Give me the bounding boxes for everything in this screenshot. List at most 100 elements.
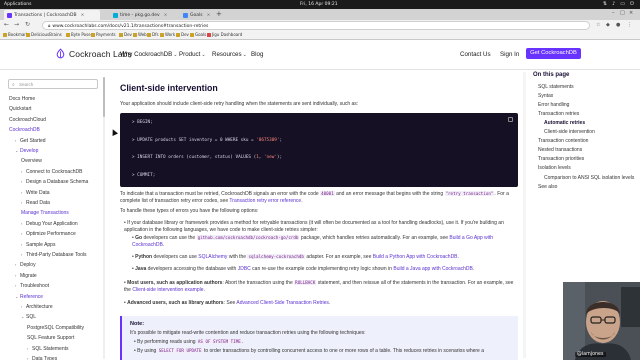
bookmark-1[interactable]: DeliciousBrains bbox=[26, 32, 62, 37]
toc-item-see-also[interactable]: See also bbox=[538, 184, 557, 190]
link-text: Build a Go App with bbox=[449, 235, 494, 241]
toc-item-isolation-levels[interactable]: Isolation levels bbox=[538, 165, 571, 171]
bookmark-10[interactable]: Jigu Dashboard bbox=[207, 32, 242, 37]
sidebar-item-docs-home[interactable]: Docs Home bbox=[9, 96, 35, 102]
sign-in-link[interactable]: Sign In bbox=[500, 51, 519, 58]
toc-item-error-handling[interactable]: Error handling bbox=[538, 102, 569, 108]
sidebar-item-cockroachcloud[interactable]: CockroachCloud bbox=[9, 117, 46, 123]
toc-item-transaction-contention[interactable]: Transaction contention bbox=[538, 138, 588, 144]
back-arrow-icon[interactable]: ← bbox=[4, 21, 9, 28]
build-python-app-link[interactable]: Build a Python App with CockroachDB bbox=[373, 254, 458, 260]
sidebar-item-read-data[interactable]: › Read Data bbox=[21, 200, 50, 206]
option-bullet-2: • Most users, such as application author… bbox=[124, 280, 514, 293]
reload-icon[interactable]: ↻ bbox=[25, 21, 30, 28]
bookmark-7[interactable]: Work bbox=[160, 32, 175, 37]
scrollbar-thumb[interactable] bbox=[103, 77, 105, 117]
maximize-icon[interactable]: □ bbox=[620, 10, 625, 16]
sidebar-item-quickstart[interactable]: Quickstart bbox=[9, 106, 32, 112]
sidebar-search-input[interactable]: ⌕ Search bbox=[8, 79, 98, 89]
sidebar-item-write-data[interactable]: › Write Data bbox=[21, 190, 50, 196]
client-side-example-link[interactable]: Client-side intervention example bbox=[132, 287, 203, 293]
jdbc-link[interactable]: JDBC bbox=[238, 266, 251, 272]
sidebar-item-debug-your-application[interactable]: › Debug Your Application bbox=[21, 221, 78, 227]
bookmark-9[interactable]: Goals bbox=[190, 32, 206, 37]
menu-kebab-icon[interactable]: ⋮ bbox=[627, 22, 632, 28]
sqlalchemy-link[interactable]: SQLAlchemy bbox=[198, 254, 227, 260]
close-icon[interactable]: × bbox=[207, 13, 211, 18]
get-cockroachdb-button[interactable]: Get CockroachDB bbox=[526, 48, 581, 59]
sidebar-item-sql-feature-support[interactable]: SQL Feature Support bbox=[27, 335, 74, 341]
build-java-app-link[interactable]: Build a Java app with CockroachDB bbox=[393, 266, 473, 272]
minimize-icon[interactable]: – bbox=[612, 10, 615, 16]
toc-item-sql-statements[interactable]: SQL statements bbox=[538, 84, 574, 90]
toc-item-nested-transactions[interactable]: Nested transactions bbox=[538, 147, 582, 153]
sidebar-item-troubleshoot[interactable]: › Troubleshoot bbox=[15, 283, 49, 289]
bookmark-3[interactable]: Payments bbox=[91, 32, 116, 37]
toc-item-automatic-retries[interactable]: Automatic retries bbox=[544, 120, 585, 126]
sidebar-item-label: Sample Apps bbox=[26, 241, 56, 248]
sidebar-item-design-a-database-schema[interactable]: › Design a Database Schema bbox=[21, 179, 88, 185]
code-number: 1 bbox=[256, 155, 259, 160]
sidebar-item-overview[interactable]: Overview bbox=[21, 158, 42, 164]
bookmark-5[interactable]: Web bbox=[133, 32, 147, 37]
nav-blog[interactable]: Blog bbox=[251, 51, 263, 58]
sidebar-item-migrate[interactable]: › Migrate bbox=[15, 273, 37, 279]
bookmark-4[interactable]: Dev bbox=[119, 32, 132, 37]
close-icon[interactable]: × bbox=[164, 13, 168, 18]
star-icon[interactable]: ☆ bbox=[596, 22, 600, 28]
volume-icon[interactable]: ♪ bbox=[612, 1, 615, 7]
bookmark-label: DeliciousBrains bbox=[31, 32, 62, 37]
sidebar-item-data-types[interactable]: › Data Types bbox=[27, 356, 57, 360]
bookmark-6[interactable]: Dfs bbox=[147, 32, 159, 37]
toc-item-syntax[interactable]: Syntax bbox=[538, 93, 553, 99]
clock[interactable]: Fri, 16 Apr 09:21 bbox=[300, 2, 338, 7]
bookmark-8[interactable]: Dev bbox=[176, 32, 189, 37]
new-tab-plus-icon[interactable]: + bbox=[216, 10, 222, 19]
close-icon[interactable]: × bbox=[81, 13, 85, 18]
sidebar-item-reference[interactable]: ⌄ Reference bbox=[15, 294, 43, 300]
sidebar-item-manage-transactions[interactable]: Manage Transactions bbox=[21, 210, 69, 216]
bookmark-2[interactable]: Byte Pose bbox=[66, 32, 91, 37]
sidebar-item-deploy[interactable]: › Deploy bbox=[15, 262, 36, 268]
profile-icon[interactable]: ● bbox=[616, 22, 620, 28]
main-scrollbar[interactable] bbox=[523, 72, 526, 358]
sidebar-scrollbar[interactable] bbox=[103, 77, 105, 359]
browser-tab-0[interactable]: Transactions | CockroachDB × bbox=[4, 10, 100, 20]
browser-tab-2[interactable]: Goals × bbox=[180, 10, 214, 20]
toc-item-transaction-priorities[interactable]: Transaction priorities bbox=[538, 156, 584, 162]
nav-why-cockroachdb[interactable]: Why CockroachDB⌄ bbox=[120, 51, 177, 58]
os-top-bar: Applications Fri, 16 Apr 09:21 ⇅ ♪ ▭ ⏻ bbox=[0, 0, 640, 9]
sidebar-item-third-party-database-tools[interactable]: › Third-Party Database Tools bbox=[21, 252, 87, 258]
sidebar-item-connect-to-cockroachdb[interactable]: › Connect to CockroachDB bbox=[21, 169, 82, 175]
retry-error-reference-link[interactable]: Transaction retry error reference bbox=[229, 198, 301, 204]
toc-item-client-side-intervention[interactable]: Client-side intervention bbox=[544, 129, 595, 135]
contact-us-link[interactable]: Contact Us bbox=[460, 51, 491, 58]
sidebar-item-postgresql-compatibility[interactable]: PostgreSQL Compatibility bbox=[27, 325, 84, 331]
bookmark-label: Jigu Dashboard bbox=[212, 32, 243, 37]
nav-product[interactable]: Product⌄ bbox=[179, 51, 206, 58]
sidebar-item-cockroachdb[interactable]: CockroachDB bbox=[9, 127, 40, 133]
sidebar-item-sql-statements[interactable]: › SQL Statements bbox=[27, 346, 69, 352]
browser-tab-1[interactable]: time - pkg.go.dev × bbox=[110, 10, 174, 20]
retry-paragraph: To indicate that a transaction must be r… bbox=[120, 191, 509, 204]
forward-arrow-icon[interactable]: → bbox=[14, 21, 19, 28]
url-field[interactable]: 🔒︎ www.cockroachlabs.com/docs/v21.1/trans… bbox=[42, 21, 590, 30]
copy-icon[interactable] bbox=[508, 117, 513, 122]
applications-menu[interactable]: Applications bbox=[4, 2, 32, 7]
toc-item-transaction-retries[interactable]: Transaction retries bbox=[538, 111, 579, 117]
advanced-retries-link[interactable]: Advanced Client-Side Transaction Retries bbox=[236, 300, 329, 306]
sidebar-item-get-started[interactable]: › Get Started bbox=[15, 138, 46, 144]
sidebar-item-sql[interactable]: ⌄ SQL bbox=[21, 314, 36, 320]
window-close-icon[interactable]: × bbox=[629, 10, 633, 16]
battery-icon[interactable]: ▭ bbox=[620, 1, 625, 7]
network-icon[interactable]: ⇅ bbox=[603, 1, 607, 7]
sub-bullet-java: • Java developers accessing the database… bbox=[132, 266, 475, 272]
sidebar-item-sample-apps[interactable]: › Sample Apps bbox=[21, 242, 55, 248]
extension-icon[interactable]: ◆ bbox=[606, 22, 610, 28]
toc-item-comparison-to-ansi-sql-isolation-levels[interactable]: Comparison to ANSI SQL isolation levels bbox=[544, 175, 634, 181]
sidebar-item-optimize-performance[interactable]: › Optimize Performance bbox=[21, 231, 76, 237]
sidebar-item-architecture[interactable]: › Architecture bbox=[21, 304, 53, 310]
power-icon[interactable]: ⏻ bbox=[630, 1, 634, 7]
nav-resources[interactable]: Resources⌄ bbox=[212, 51, 247, 58]
sidebar-item-develop[interactable]: ⌄ Develop bbox=[15, 148, 38, 154]
